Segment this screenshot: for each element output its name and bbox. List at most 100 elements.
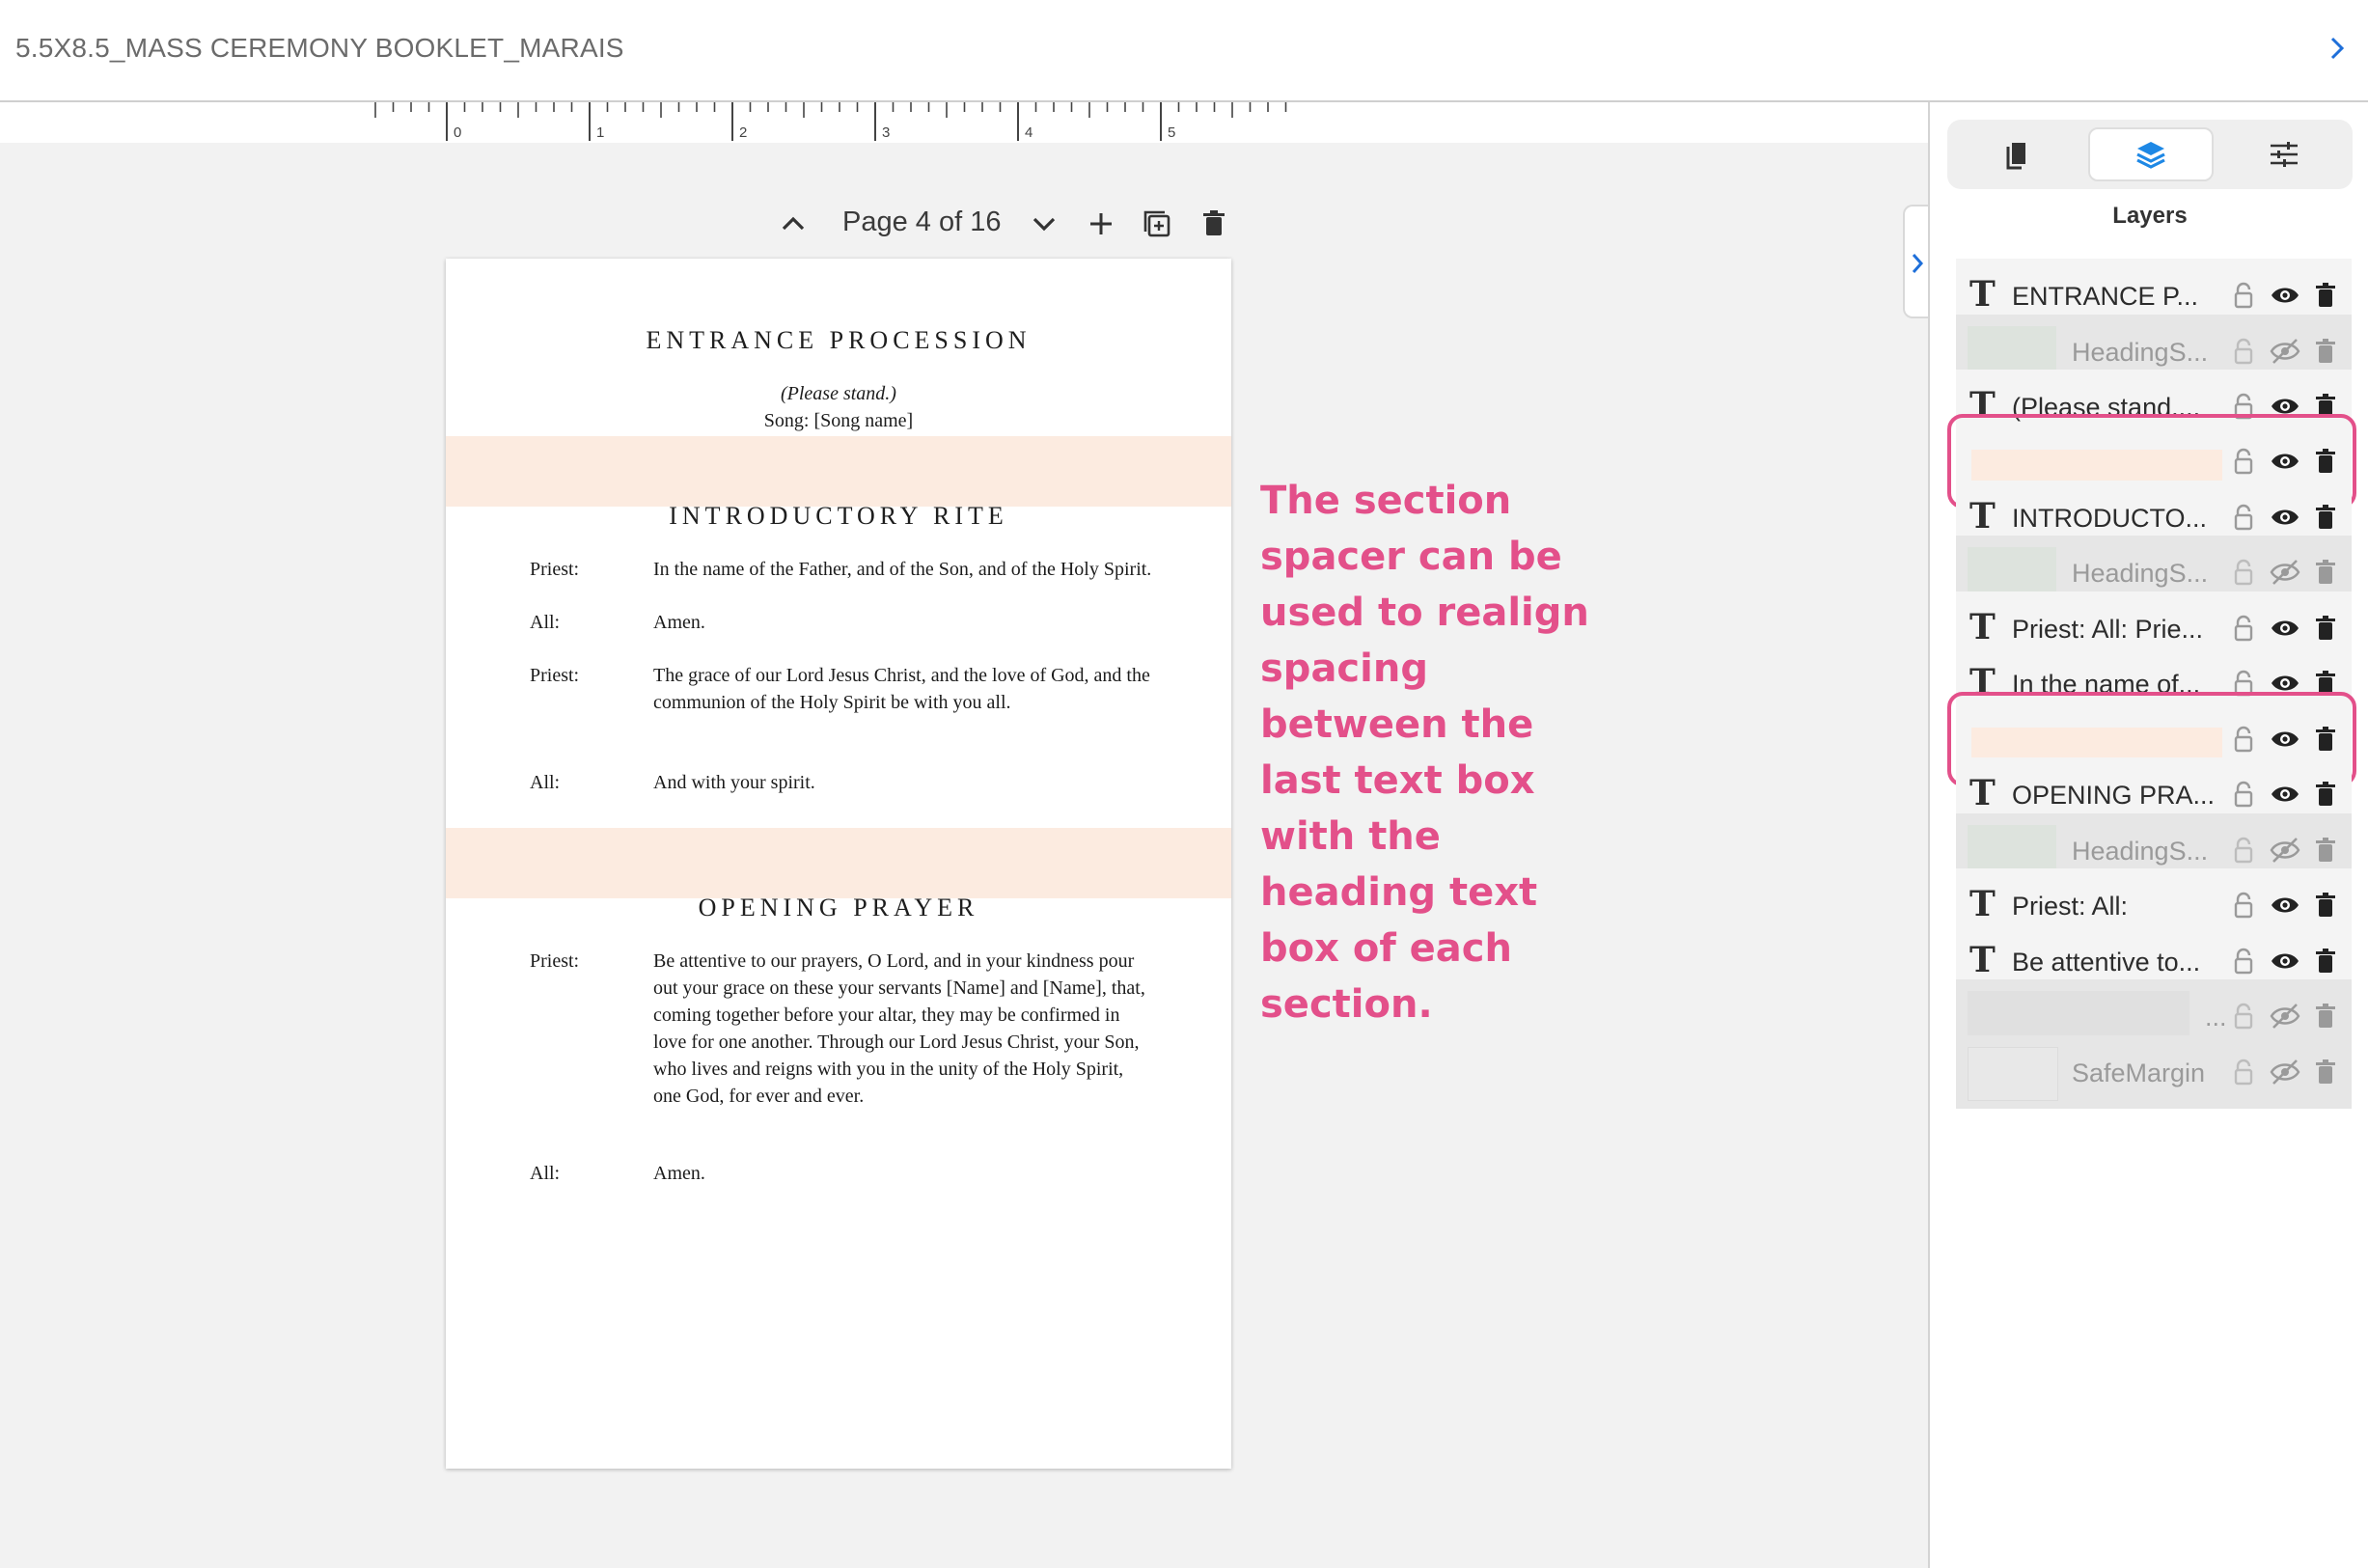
eye-off-icon[interactable] [2270,1001,2300,1032]
rite-text[interactable]: Amen. [653,609,1155,636]
eye-icon[interactable] [2270,779,2300,810]
settings-sliders-icon [2271,142,2298,167]
trash-icon[interactable] [2310,946,2341,977]
layer-name: Priest: All: [2012,892,2129,921]
layer-thumbnail [1968,1047,2058,1101]
spacer-swatch [1971,450,2222,484]
speaker-label: Priest: [530,950,580,972]
ruler: 0 1 2 3 4 5 [0,102,1928,143]
lock-icon[interactable] [2228,336,2259,367]
lock-icon[interactable] [2228,1057,2259,1087]
layer-name: OPENING PRA... [2012,781,2216,810]
heading-opening-prayer[interactable]: OPENING PRAYER [446,894,1231,922]
text-type-icon: T [1969,385,1996,426]
trash-icon[interactable] [2310,280,2341,311]
trash-icon[interactable] [2310,446,2341,477]
tab-pages[interactable] [1955,127,2080,181]
lock-icon[interactable] [2228,946,2259,977]
chevron-down-icon[interactable] [1025,205,1063,243]
lock-icon[interactable] [2228,835,2259,866]
eye-icon[interactable] [2270,890,2300,921]
rite-text[interactable]: The grace of our Lord Jesus Christ, and … [653,662,1155,716]
panel-collapse-tab[interactable] [1903,205,1930,318]
trash-icon[interactable] [2310,336,2341,367]
trash-icon[interactable] [2310,835,2341,866]
ruler-label: 1 [596,124,604,141]
heading-introductory-rite[interactable]: INTRODUCTORY RITE [446,502,1231,531]
panel-tabs [1947,120,2353,189]
speaker-label: All: [530,772,561,793]
song-text[interactable]: Song: [Song name] [446,410,1231,432]
chevron-up-icon[interactable] [774,205,812,243]
eye-icon[interactable] [2270,446,2300,477]
lock-icon[interactable] [2228,668,2259,699]
trash-icon[interactable] [2310,613,2341,644]
text-type-icon: T [1969,884,1996,924]
text-type-icon: T [1969,662,1996,702]
eye-off-icon[interactable] [2270,835,2300,866]
rite-text[interactable]: In the name of the Father, and of the So… [653,556,1155,583]
lock-icon[interactable] [2228,779,2259,810]
tab-settings[interactable] [2221,127,2347,181]
booklet-page[interactable]: ENTRANCE PROCESSION (Please stand.) Song… [446,259,1231,1469]
layer-name: SafeMargin [2072,1059,2206,1087]
lock-icon[interactable] [2228,1001,2259,1032]
duplicate-page-icon[interactable] [1138,205,1176,243]
text-type-icon: T [1969,773,1996,813]
layers-icon [2136,142,2165,169]
lock-icon[interactable] [2228,613,2259,644]
eye-icon[interactable] [2270,946,2300,977]
trash-icon[interactable] [2310,1001,2341,1032]
lock-icon[interactable] [2228,502,2259,533]
trash-icon[interactable] [2310,391,2341,422]
eye-off-icon[interactable] [2270,336,2300,367]
lock-icon[interactable] [2228,890,2259,921]
section-spacer[interactable] [446,436,1231,507]
text-type-icon: T [1969,274,1996,315]
eye-icon[interactable] [2270,724,2300,755]
lock-icon[interactable] [2228,446,2259,477]
ruler-label: 3 [882,124,890,141]
text-type-icon: T [1969,607,1996,647]
ruler-label: 2 [739,124,747,141]
top-bar: 5.5X8.5_MASS CEREMONY BOOKLET_MARAIS [0,0,2368,102]
ruler-label: 0 [454,124,461,141]
trash-icon[interactable] [2310,724,2341,755]
trash-icon[interactable] [2310,502,2341,533]
chevron-right-icon[interactable] [2320,31,2354,66]
trash-icon[interactable] [2310,890,2341,921]
layer-name: (Please stand.... [2012,393,2201,422]
tab-layers[interactable] [2088,127,2214,181]
layer-name: In the name of... [2012,670,2201,699]
panel-title: Layers [2112,203,2188,229]
trash-icon[interactable] [2310,779,2341,810]
annotation-callout: The section spacer can be used to realig… [1260,479,1589,1027]
prayer-text[interactable]: Be attentive to our prayers, O Lord, and… [653,948,1155,1110]
lock-icon[interactable] [2228,724,2259,755]
rite-text[interactable]: And with your spirit. [653,769,1155,796]
eye-icon[interactable] [2270,613,2300,644]
eye-icon[interactable] [2270,280,2300,311]
eye-icon[interactable] [2270,502,2300,533]
please-stand-text[interactable]: (Please stand.) [446,383,1231,405]
lock-icon[interactable] [2228,280,2259,311]
trash-icon[interactable] [2310,1057,2341,1087]
trash-icon[interactable] [2310,557,2341,588]
eye-icon[interactable] [2270,668,2300,699]
ruler-ticks: 0 1 2 3 4 5 [374,102,1287,141]
heading-entrance-procession[interactable]: ENTRANCE PROCESSION [446,326,1231,355]
add-page-icon[interactable] [1082,205,1120,243]
trash-icon[interactable] [1195,205,1233,243]
section-spacer[interactable] [446,828,1231,898]
layer-name: Priest: All: Prie... [2012,615,2204,644]
layer-name: HeadingS... [2072,338,2209,367]
layer-row[interactable]: SafeMargin [1956,1035,2352,1109]
eye-icon[interactable] [2270,391,2300,422]
trash-icon[interactable] [2310,668,2341,699]
eye-off-icon[interactable] [2270,557,2300,588]
speaker-label: All: [530,612,561,633]
lock-icon[interactable] [2228,557,2259,588]
lock-icon[interactable] [2228,391,2259,422]
eye-off-icon[interactable] [2270,1057,2300,1087]
prayer-text[interactable]: Amen. [653,1160,1155,1187]
